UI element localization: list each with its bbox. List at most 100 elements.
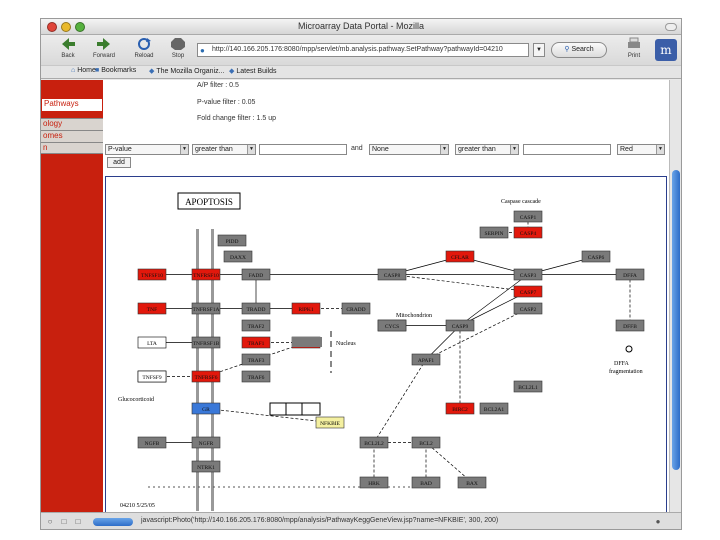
gene-node-tradd[interactable]: TRADD xyxy=(241,302,271,315)
gene-node-rip[interactable]: RIPK1 xyxy=(291,302,321,315)
ap-filter-text: A/P filter : 0.5 xyxy=(197,82,239,89)
pathway-edge xyxy=(425,442,473,483)
sidebar-item-pathways[interactable]: Pathways xyxy=(41,98,103,112)
gene-label-bcl2l1: BCL2L1 xyxy=(518,385,538,391)
security-icon: ○ xyxy=(47,517,53,526)
gene-node-casp8[interactable]: CASP8 xyxy=(377,268,407,281)
gene-node-traf6[interactable]: TRAF6 xyxy=(241,370,271,383)
url-history-dropdown[interactable]: ▼ xyxy=(533,43,545,57)
gene-node-casp1[interactable]: CASP1 xyxy=(513,210,543,223)
gene-label-bad: BAD xyxy=(420,481,432,487)
vertical-scrollbar[interactable] xyxy=(669,80,681,512)
comparison-select-2[interactable]: greater than ▼ xyxy=(455,144,519,155)
sidebar-item-genomes[interactable]: omes xyxy=(41,130,103,142)
gene-node-ntrk1[interactable]: NTRK1 xyxy=(191,460,221,473)
bookmark-home[interactable]: ⌂ Home xyxy=(71,67,96,74)
gene-node-casp6[interactable]: CASP6 xyxy=(581,250,611,263)
gene-node-gr[interactable]: GR xyxy=(191,402,221,415)
gene-node-bad[interactable]: BAD xyxy=(411,476,441,489)
gene-node-cflar[interactable]: CFLAR xyxy=(445,250,475,263)
reload-button[interactable]: Reload xyxy=(125,36,163,64)
gene-node-cradd[interactable]: CRADD xyxy=(341,302,371,315)
search-button[interactable]: ⚲ Search xyxy=(551,42,607,58)
mitochondrion-label: Mitochondrion xyxy=(396,313,432,319)
chevron-down-icon: ▼ xyxy=(440,145,448,154)
gene-node-ngfb[interactable]: NGFB xyxy=(137,436,167,449)
gene-label-tnfrsf10: TNFRSF10 xyxy=(193,273,219,279)
value-input-1[interactable] xyxy=(259,144,347,155)
gene-node-cycs[interactable]: CYCS xyxy=(377,319,407,332)
gene-label-tnfrsf6: TNFRSF6 xyxy=(195,375,218,381)
forward-button[interactable]: Forward xyxy=(85,36,123,64)
gene-node-hrk[interactable]: HRK xyxy=(359,476,389,489)
gene-label-tnfrsf1a: TNFRSF1A xyxy=(193,307,220,313)
gene-node-tnfrsf1b[interactable]: TNFRSF1B xyxy=(191,336,221,349)
gene-node-bcl2l1[interactable]: BCL2L1 xyxy=(513,380,543,393)
gene-node-tnfsf10[interactable]: TNFSF10 xyxy=(137,268,167,281)
url-field[interactable]: ● http://140.166.205.176:8080/mpp/servle… xyxy=(197,43,529,57)
back-button[interactable]: Back xyxy=(49,36,87,64)
sidebar-item-ontology[interactable]: ology xyxy=(41,118,103,130)
add-button[interactable]: add xyxy=(107,157,131,168)
gene-label-ngfr: NGFR xyxy=(199,441,214,447)
value-input-2[interactable] xyxy=(523,144,611,155)
gene-node-bax[interactable]: BAX xyxy=(457,476,487,489)
horizontal-scroll-thumb[interactable] xyxy=(93,518,133,526)
gene-node-casp9[interactable]: CASP9 xyxy=(445,319,475,332)
gene-node-traf3[interactable]: TRAF3 xyxy=(241,353,271,366)
gene-node-bcl2[interactable]: BCL2 xyxy=(411,436,441,449)
gene-node-dffa[interactable]: DFFA xyxy=(615,268,645,281)
pathway-edge xyxy=(391,274,529,292)
sidebar-item-n[interactable]: n xyxy=(41,142,103,154)
gene-label-pidd: PIDD xyxy=(226,239,239,245)
gene-node-lta[interactable]: LTA xyxy=(137,336,167,349)
fold-change-filter-text: Fold change filter : 1.5 up xyxy=(197,115,276,122)
gene-node-apaf1[interactable]: APAF1 xyxy=(411,353,441,366)
gene-node-casp4[interactable]: CASP4 xyxy=(513,226,543,239)
print-button[interactable]: Print xyxy=(615,36,653,64)
gene-node-serpin[interactable]: SERPIN xyxy=(479,226,509,239)
caspase-cascade-label: Caspase cascade xyxy=(501,199,541,205)
pathway-edges xyxy=(152,216,631,483)
gene-label-rip: RIPK1 xyxy=(298,307,314,313)
vertical-scroll-thumb[interactable] xyxy=(672,170,680,470)
bookmark-mozilla-org[interactable]: ◆ The Mozilla Organiz... xyxy=(149,67,224,75)
gene-node-daxx[interactable]: DAXX xyxy=(223,250,253,263)
gene-node-bcl2a1[interactable]: BCL2A1 xyxy=(479,402,509,415)
gene-node-fadd[interactable]: FADD xyxy=(241,268,271,281)
gene-node-birc[interactable]: BIRC2 xyxy=(445,402,475,415)
page-content: Pathways ology omes n A/P filter : 0.5 P… xyxy=(41,80,669,512)
gene-node-tnfrsf10[interactable]: TNFRSF10 xyxy=(191,268,221,281)
metric-select[interactable]: P-value ▼ xyxy=(105,144,189,155)
gene-node-casp7[interactable]: CASP7 xyxy=(513,285,543,298)
second-metric-select[interactable]: None ▼ xyxy=(369,144,449,155)
gene-label-dffb: DFFB xyxy=(623,324,637,330)
gene-node-dffb[interactable]: DFFB xyxy=(615,319,645,332)
gene-label-casp1: CASP1 xyxy=(520,215,537,221)
gene-node-bcl2l2[interactable]: BCL2L2 xyxy=(359,436,389,449)
gene-node-tnfsf9[interactable]: TNFSF9 xyxy=(137,370,167,383)
gene-label-tradd: TRADD xyxy=(247,307,266,313)
toolbar-toggle-icon[interactable] xyxy=(665,23,677,31)
gene-node-pidd[interactable]: PIDD xyxy=(217,234,247,247)
gene-node-ngfr[interactable]: NGFR xyxy=(191,436,221,449)
dffa-end-marker xyxy=(625,345,633,353)
stop-button[interactable]: Stop xyxy=(159,36,197,64)
comparison-select-1[interactable]: greater than ▼ xyxy=(192,144,256,155)
gene-label-casp9: CASP9 xyxy=(452,324,469,330)
gene-node-nfkb[interactable]: NFKBIE xyxy=(315,416,345,429)
gene-label-dffa: DFFA xyxy=(623,273,637,279)
popup-icon: □ xyxy=(75,517,81,526)
gene-node-casp2[interactable]: CASP2 xyxy=(513,302,543,315)
gene-node-tnf[interactable]: TNF xyxy=(137,302,167,315)
gene-node-traf1[interactable]: TRAF1 xyxy=(241,336,271,349)
gene-node-tnfrsf1a[interactable]: TNFRSF1A xyxy=(191,302,221,315)
gene-node-traf2[interactable]: TRAF2 xyxy=(241,319,271,332)
bookmark-bookmarks[interactable]: ■ Bookmarks xyxy=(95,67,136,74)
gene-label-gr: GR xyxy=(202,407,210,413)
bookmark-latest-builds[interactable]: ◆ Latest Builds xyxy=(229,67,276,75)
gene-node-casp3[interactable]: CASP3 xyxy=(513,268,543,281)
gene-node-tnfrsf6[interactable]: TNFRSF6 xyxy=(191,370,221,383)
color-select[interactable]: Red ▼ xyxy=(617,144,665,155)
status-bar: ○ □ □ javascript:Photo('http://140.166.2… xyxy=(41,512,681,529)
